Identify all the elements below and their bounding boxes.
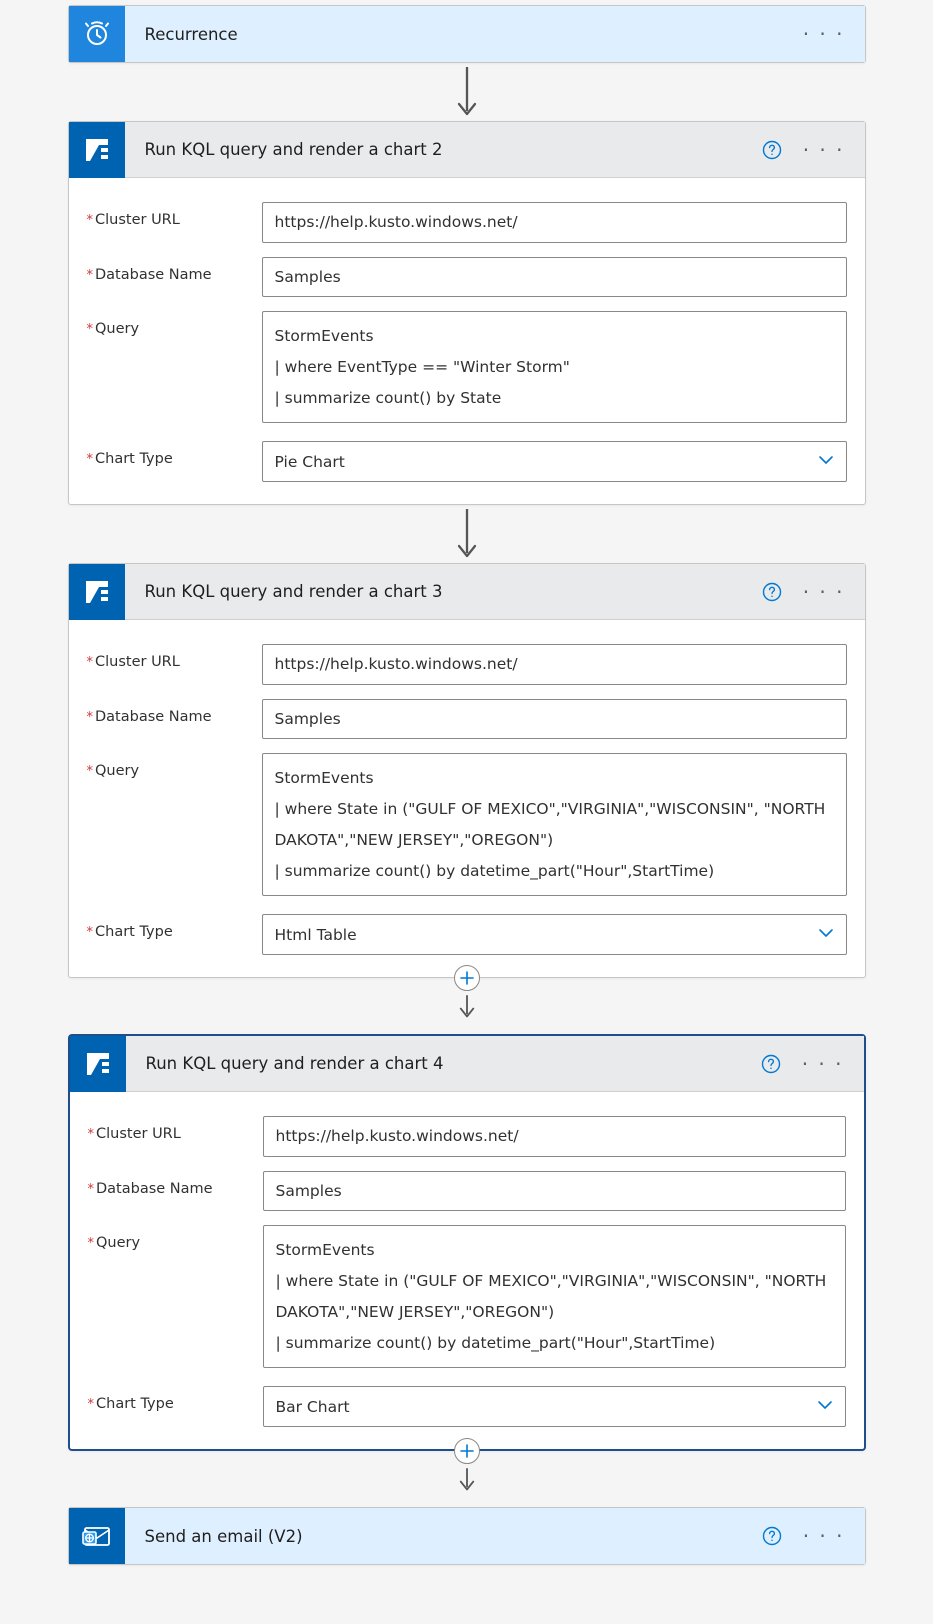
help-icon[interactable]: [760, 1053, 782, 1075]
action-card[interactable]: Run KQL query and render a chart 2 · · · *…: [68, 121, 866, 505]
action-title: Run KQL query and render a chart 2: [125, 140, 761, 159]
field-label: *Database Name: [87, 257, 262, 283]
action-card-email[interactable]: Send an email (V2) · · ·: [68, 1507, 866, 1565]
field-label: *Chart Type: [87, 914, 262, 940]
chart-type-select[interactable]: Pie Chart: [262, 441, 847, 482]
help-icon[interactable]: [761, 1525, 783, 1547]
select-value: Bar Chart: [276, 1398, 350, 1416]
field-label: *Database Name: [87, 699, 262, 725]
field-label: *Cluster URL: [88, 1116, 263, 1142]
field-label: *Cluster URL: [87, 644, 262, 670]
more-icon[interactable]: · · ·: [801, 578, 847, 606]
help-icon[interactable]: [761, 139, 783, 161]
action-title: Run KQL query and render a chart 4: [126, 1054, 760, 1073]
add-step-button[interactable]: [454, 1438, 480, 1464]
query-input[interactable]: StormEvents | where State in ("GULF OF M…: [262, 753, 847, 896]
field-label: *Query: [87, 311, 262, 337]
cluster-url-input[interactable]: [262, 202, 847, 243]
chevron-down-icon: [818, 925, 834, 945]
kusto-icon: [69, 122, 125, 178]
query-input[interactable]: StormEvents | where EventType == "Winter…: [262, 311, 847, 423]
field-label: *Chart Type: [87, 441, 262, 467]
field-label: *Query: [88, 1225, 263, 1251]
field-label: *Query: [87, 753, 262, 779]
more-icon[interactable]: · · ·: [801, 1522, 847, 1550]
chevron-down-icon: [818, 452, 834, 472]
query-input[interactable]: StormEvents | where State in ("GULF OF M…: [263, 1225, 846, 1368]
chart-type-select[interactable]: Html Table: [262, 914, 847, 955]
database-name-input[interactable]: [263, 1171, 846, 1212]
trigger-title: Recurrence: [125, 25, 801, 44]
database-name-input[interactable]: [262, 257, 847, 298]
select-value: Pie Chart: [275, 453, 345, 471]
connector-add: [454, 978, 480, 1034]
field-label: *Chart Type: [88, 1386, 263, 1412]
action-title: Send an email (V2): [125, 1527, 761, 1546]
more-icon[interactable]: · · ·: [801, 136, 847, 164]
connector-arrow: [453, 505, 481, 563]
action-card[interactable]: Run KQL query and render a chart 3 · · · *…: [68, 563, 866, 978]
cluster-url-input[interactable]: [262, 644, 847, 685]
connector-add: [454, 1451, 480, 1507]
kusto-icon: [70, 1036, 126, 1092]
connector-arrow: [453, 63, 481, 121]
action-title: Run KQL query and render a chart 3: [125, 582, 761, 601]
kusto-icon: [69, 564, 125, 620]
field-label: *Database Name: [88, 1171, 263, 1197]
more-icon[interactable]: · · ·: [801, 20, 847, 48]
clock-icon: [69, 6, 125, 62]
field-label: *Cluster URL: [87, 202, 262, 228]
help-icon[interactable]: [761, 581, 783, 603]
more-icon[interactable]: · · ·: [800, 1050, 846, 1078]
cluster-url-input[interactable]: [263, 1116, 846, 1157]
add-step-button[interactable]: [454, 965, 480, 991]
outlook-icon: [69, 1508, 125, 1564]
action-card[interactable]: Run KQL query and render a chart 4 · · · *…: [68, 1034, 866, 1451]
trigger-card[interactable]: Recurrence· · ·: [68, 5, 866, 63]
chevron-down-icon: [817, 1397, 833, 1417]
select-value: Html Table: [275, 926, 357, 944]
database-name-input[interactable]: [262, 699, 847, 740]
chart-type-select[interactable]: Bar Chart: [263, 1386, 846, 1427]
